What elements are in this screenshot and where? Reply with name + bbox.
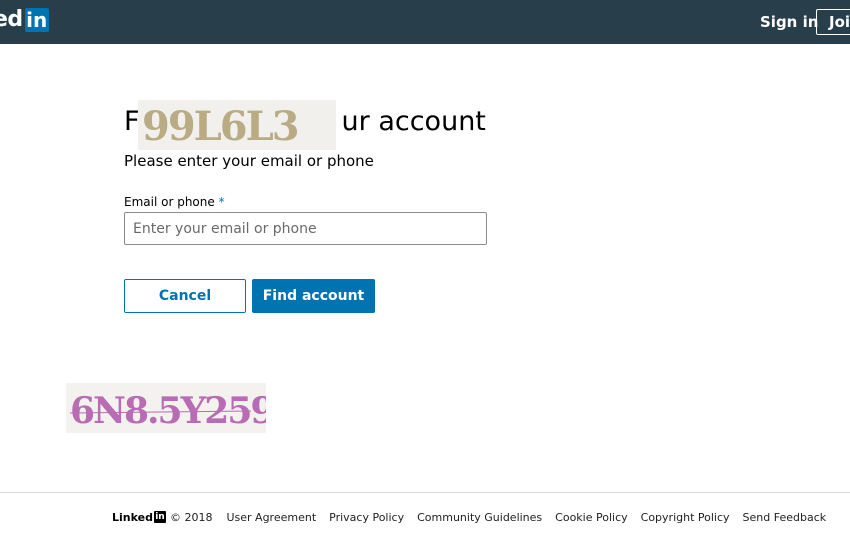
footer-link-user-agreement[interactable]: User Agreement bbox=[226, 511, 316, 524]
footer-divider bbox=[0, 492, 850, 493]
linkedin-logo[interactable]: ed in bbox=[0, 8, 49, 32]
required-asterisk: * bbox=[218, 195, 225, 209]
footer-copyright: © 2018 bbox=[169, 510, 213, 524]
footer-link-send-feedback[interactable]: Send Feedback bbox=[743, 511, 827, 524]
logo-wordmark: ed bbox=[0, 7, 23, 32]
footer-link-copyright-policy[interactable]: Copyright Policy bbox=[641, 511, 730, 524]
page-title-end: ur account bbox=[341, 106, 486, 137]
find-account-button[interactable]: Find account bbox=[252, 279, 375, 313]
captcha-top-text: 99L6L3 bbox=[142, 103, 298, 150]
footer-link-privacy-policy[interactable]: Privacy Policy bbox=[329, 511, 404, 524]
email-field-label-text: Email or phone bbox=[124, 195, 215, 209]
join-now-button[interactable]: Joi bbox=[816, 9, 850, 35]
footer-logo-in-icon: in bbox=[153, 511, 166, 523]
footer-linkedin-logo[interactable]: Linked in bbox=[112, 511, 166, 524]
top-nav-bar: ed in Sign in Joi bbox=[0, 0, 850, 44]
captcha-image-top: 99L6L3 bbox=[138, 100, 336, 150]
cancel-button[interactable]: Cancel bbox=[124, 279, 246, 313]
logo-in-icon: in bbox=[24, 8, 49, 32]
email-or-phone-input[interactable] bbox=[124, 212, 487, 245]
page-subtitle: Please enter your email or phone bbox=[124, 152, 374, 170]
sign-in-link[interactable]: Sign in bbox=[760, 12, 818, 32]
email-field-label: Email or phone * bbox=[124, 194, 225, 210]
footer-link-cookie-policy[interactable]: Cookie Policy bbox=[555, 511, 627, 524]
footer-link-community-guidelines[interactable]: Community Guidelines bbox=[417, 511, 542, 524]
footer-logo-wordmark: Linked bbox=[112, 510, 153, 524]
footer: Linked in © 2018 User Agreement Privacy P… bbox=[112, 509, 839, 525]
captcha-image-bottom: 6N8.5Y259: bbox=[66, 383, 266, 433]
